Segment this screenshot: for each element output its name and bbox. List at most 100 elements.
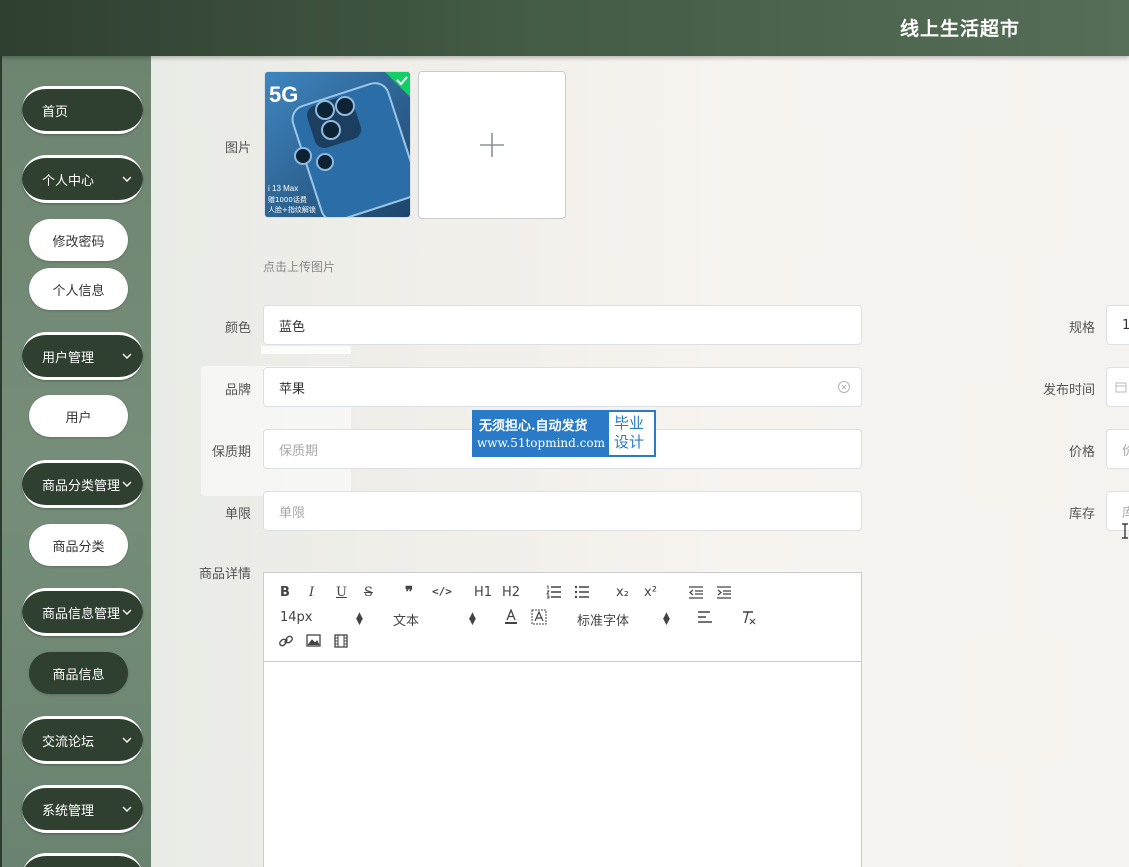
outdent-icon[interactable] — [688, 586, 704, 599]
watermark-right-top: 毕业 — [614, 414, 645, 432]
publish-time-input[interactable] — [1106, 367, 1129, 407]
shelf-life-label: 保质期 — [211, 445, 251, 460]
submenu-label: 个人信息 — [52, 283, 105, 299]
stock-label: 库存 — [1068, 507, 1095, 522]
submenu-label: 商品分类 — [52, 539, 105, 555]
strike-button[interactable]: S — [364, 585, 373, 600]
shelf-life-placeholder: 保质期 — [279, 443, 319, 459]
limit-placeholder: 单限 — [279, 505, 306, 521]
submenu-product-info[interactable]: 商品信息 — [29, 652, 128, 694]
menu-partial[interactable] — [22, 853, 143, 867]
font-size-select[interactable]: 14px ▲ ▼ — [280, 610, 365, 627]
menu-label: 个人中心 — [42, 173, 95, 189]
blockquote-button[interactable]: ❞ — [405, 583, 413, 601]
publish-time-label: 发布时间 — [1042, 383, 1095, 398]
submenu-label: 商品信息 — [52, 667, 105, 683]
background-decoration — [261, 346, 351, 354]
block-type-value: 文本 — [393, 614, 420, 629]
indent-icon[interactable] — [716, 586, 732, 599]
select-arrows-icon: ▼ — [663, 617, 670, 627]
background-color-icon[interactable] — [531, 609, 547, 625]
thumb-caption: 赠1000话费 — [268, 195, 307, 204]
superscript-button[interactable]: x² — [644, 585, 657, 600]
brand-label: 品牌 — [224, 383, 251, 398]
clear-icon[interactable] — [837, 380, 851, 394]
video-insert-icon[interactable] — [334, 634, 348, 648]
menu-label: 商品分类管理 — [42, 478, 121, 494]
ordered-list-icon[interactable] — [546, 585, 562, 599]
price-input[interactable]: 价 — [1106, 429, 1129, 469]
stock-placeholder: 库 — [1122, 505, 1129, 521]
price-placeholder: 价 — [1122, 443, 1129, 459]
block-type-select[interactable]: 文本 ▲ ▼ — [393, 610, 478, 629]
submenu-personal-info[interactable]: 个人信息 — [29, 268, 128, 310]
submenu-category[interactable]: 商品分类 — [29, 524, 128, 566]
font-color-icon[interactable] — [504, 609, 518, 625]
menu-personal-center[interactable]: 个人中心 — [22, 155, 143, 203]
font-family-value: 标准字体 — [577, 614, 630, 629]
submenu-change-password[interactable]: 修改密码 — [29, 219, 128, 261]
menu-system-management[interactable]: 系统管理 — [22, 785, 143, 833]
brand-value: 苹果 — [279, 381, 306, 397]
menu-label: 首页 — [42, 104, 69, 120]
watermark-right: 毕业 设计 — [614, 414, 654, 452]
limit-input[interactable]: 单限 — [263, 491, 862, 531]
submenu-users[interactable]: 用户 — [29, 395, 128, 437]
watermark-line2: www.51topmind.com — [477, 436, 605, 450]
underline-button[interactable]: U — [336, 585, 347, 600]
menu-label: 用户管理 — [42, 350, 95, 366]
color-value: 蓝色 — [279, 319, 306, 335]
watermark-line1: 无须担心.自动发货 — [479, 419, 588, 434]
subscript-button[interactable]: x₂ — [616, 585, 629, 600]
clear-format-icon[interactable] — [740, 610, 756, 625]
code-button[interactable]: </> — [432, 585, 452, 598]
menu-forum[interactable]: 交流论坛 — [22, 716, 143, 764]
price-label: 价格 — [1068, 445, 1095, 460]
menu-product-management[interactable]: 商品信息管理 — [22, 588, 143, 636]
app-title: 线上生活超市 — [900, 18, 1021, 40]
rich-text-editor[interactable]: B I U S ❞ </> H1 H2 x₂ x² 14px ▲ ▼ 文本 ▲ … — [263, 572, 862, 867]
watermark-badge: 无须担心.自动发货 www.51topmind.com 毕业 设计 — [472, 410, 656, 457]
thumb-badge: 5G — [269, 82, 298, 107]
menu-category-management[interactable]: 商品分类管理 — [22, 460, 143, 508]
menu-label: 系统管理 — [42, 803, 95, 819]
align-icon[interactable] — [697, 611, 713, 624]
watermark-left: 无须担心.自动发货 www.51topmind.com — [474, 412, 609, 455]
submenu-label: 修改密码 — [52, 234, 105, 250]
menu-user-management[interactable]: 用户管理 — [22, 332, 143, 380]
menu-label: 商品信息管理 — [42, 606, 121, 622]
text-cursor-icon — [1122, 523, 1128, 539]
chevron-down-icon — [122, 176, 132, 182]
italic-button[interactable]: I — [309, 585, 314, 600]
spec-value: 1 — [1122, 317, 1129, 333]
spec-input[interactable]: 1 — [1106, 305, 1129, 345]
image-insert-icon[interactable] — [306, 634, 321, 647]
upload-button[interactable] — [418, 71, 566, 219]
main-content: 图片 5G i 13 Max 赠1000话费 人脸+指纹解锁 点击上传图片 颜色… — [151, 56, 1129, 867]
font-family-select[interactable]: 标准字体 ▲ ▼ — [577, 610, 672, 629]
link-icon[interactable] — [278, 633, 294, 649]
bullet-list-icon[interactable] — [574, 585, 590, 599]
chevron-down-icon — [122, 609, 132, 615]
thumb-caption: 人脸+指纹解锁 — [268, 205, 316, 214]
calendar-icon — [1115, 382, 1127, 393]
color-input[interactable]: 蓝色 — [263, 305, 862, 345]
submenu-label: 用户 — [65, 410, 92, 426]
editor-toolbar: B I U S ❞ </> H1 H2 x₂ x² 14px ▲ ▼ 文本 ▲ … — [264, 573, 861, 662]
menu-label: 交流论坛 — [42, 734, 95, 750]
heading2-button[interactable]: H2 — [502, 585, 520, 600]
select-arrows-icon: ▼ — [356, 617, 363, 627]
color-label: 颜色 — [224, 321, 251, 336]
menu-home[interactable]: 首页 — [22, 86, 143, 134]
spec-label: 规格 — [1068, 321, 1095, 336]
top-bar: 线上生活超市 — [0, 0, 1129, 56]
heading1-button[interactable]: H1 — [474, 585, 492, 600]
chevron-down-icon — [122, 737, 132, 743]
product-image-thumbnail[interactable]: 5G i 13 Max 赠1000话费 人脸+指纹解锁 — [264, 71, 411, 218]
brand-select[interactable]: 苹果 — [263, 367, 862, 407]
phone-image-icon: 5G i 13 Max 赠1000话费 人脸+指纹解锁 — [265, 72, 410, 217]
upload-hint: 点击上传图片 — [263, 260, 336, 274]
bold-button[interactable]: B — [280, 585, 290, 600]
sidebar: 首页 个人中心 修改密码 个人信息 用户管理 用户 商品分类管理 商品分类 商品… — [0, 56, 151, 867]
chevron-down-icon — [122, 353, 132, 359]
